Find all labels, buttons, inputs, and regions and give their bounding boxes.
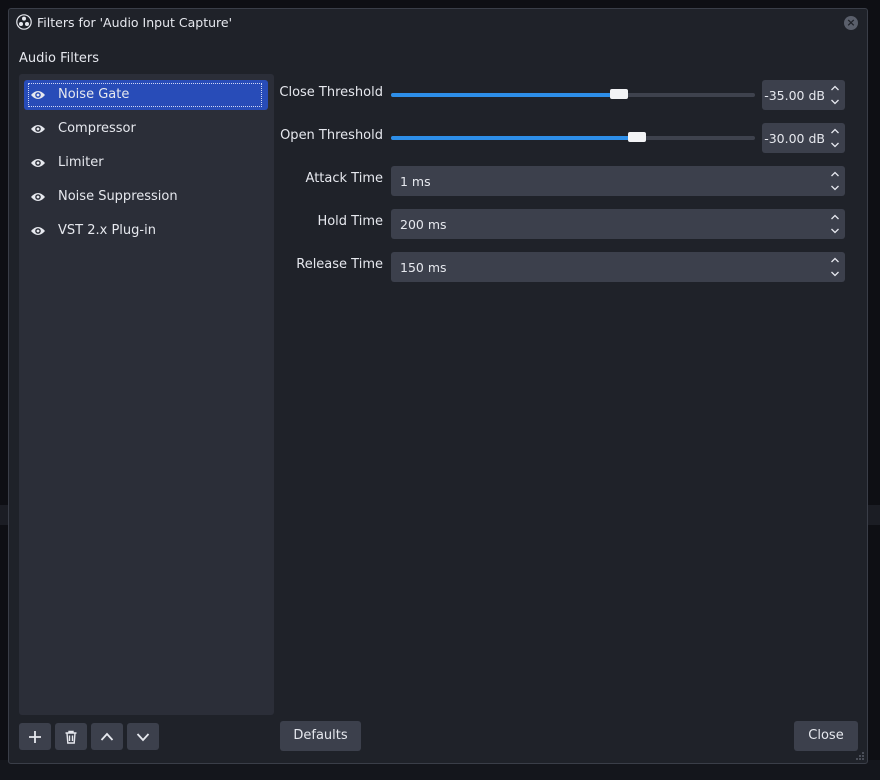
filter-item-vst-plugin[interactable]: VST 2.x Plug-in [24,216,268,246]
open-threshold-value: -30.00 dB [764,131,825,146]
audio-filters-label: Audio Filters [19,51,100,66]
window-title: Filters for 'Audio Input Capture' [37,15,233,30]
visibility-eye-icon[interactable] [30,190,46,204]
chevron-down-icon [136,732,150,741]
attack-time-label: Attack Time [305,171,383,186]
attack-time-spinbox[interactable]: 1 ms [391,166,845,196]
filter-item-noise-gate[interactable]: Noise Gate [24,80,268,110]
open-threshold-label: Open Threshold [280,128,383,143]
filter-label: VST 2.x Plug-in [58,223,156,238]
filter-label: Noise Gate [58,87,130,102]
slider-handle[interactable] [628,132,647,142]
visibility-eye-icon[interactable] [30,156,46,170]
slider-fill [391,93,620,97]
close-threshold-spinbox[interactable]: -35.00 dB [762,80,845,110]
attack-time-value: 1 ms [400,174,431,189]
filters-dialog: Filters for 'Audio Input Capture' × Audi… [8,8,868,764]
resize-grip-icon[interactable] [855,751,865,761]
remove-filter-button[interactable] [55,723,87,750]
close-threshold-label: Close Threshold [279,85,383,100]
open-threshold-spinbox[interactable]: -30.00 dB [762,123,845,153]
hold-time-spinbox[interactable]: 200 ms [391,209,845,239]
release-time-label: Release Time [296,257,383,272]
defaults-button[interactable]: Defaults [280,721,361,751]
close-window-button[interactable]: × [844,16,858,30]
filter-item-noise-suppression[interactable]: Noise Suppression [24,182,268,212]
filter-label: Compressor [58,121,136,136]
hold-time-label: Hold Time [317,214,383,229]
move-down-button[interactable] [127,723,159,750]
release-time-spinbox[interactable]: 150 ms [391,252,845,282]
close-button[interactable]: Close [794,721,858,751]
filter-list: Noise Gate Compressor Limiter Noise Supp… [19,74,274,715]
slider-handle[interactable] [610,89,629,99]
release-time-value: 150 ms [400,260,447,275]
filter-item-limiter[interactable]: Limiter [24,148,268,178]
spin-arrows-icon[interactable] [829,82,841,108]
move-up-button[interactable] [91,723,123,750]
spin-arrows-icon[interactable] [829,168,841,194]
spin-arrows-icon[interactable] [829,211,841,237]
visibility-eye-icon[interactable] [30,224,46,238]
obs-logo-icon [16,14,32,30]
add-filter-button[interactable] [19,723,51,750]
title-bar: Filters for 'Audio Input Capture' × [9,9,867,37]
open-threshold-slider[interactable] [391,132,755,142]
filter-label: Noise Suppression [58,189,178,204]
slider-fill [391,136,638,140]
close-threshold-slider[interactable] [391,89,755,99]
visibility-eye-icon[interactable] [30,122,46,136]
hold-time-value: 200 ms [400,217,447,232]
chevron-up-icon [100,732,114,741]
close-threshold-value: -35.00 dB [764,88,825,103]
filter-label: Limiter [58,155,104,170]
trash-icon [65,730,77,744]
add-icon [29,730,41,743]
spin-arrows-icon[interactable] [829,254,841,280]
filter-item-compressor[interactable]: Compressor [24,114,268,144]
close-icon: × [846,16,856,29]
spin-arrows-icon[interactable] [829,125,841,151]
visibility-eye-icon[interactable] [30,88,46,102]
